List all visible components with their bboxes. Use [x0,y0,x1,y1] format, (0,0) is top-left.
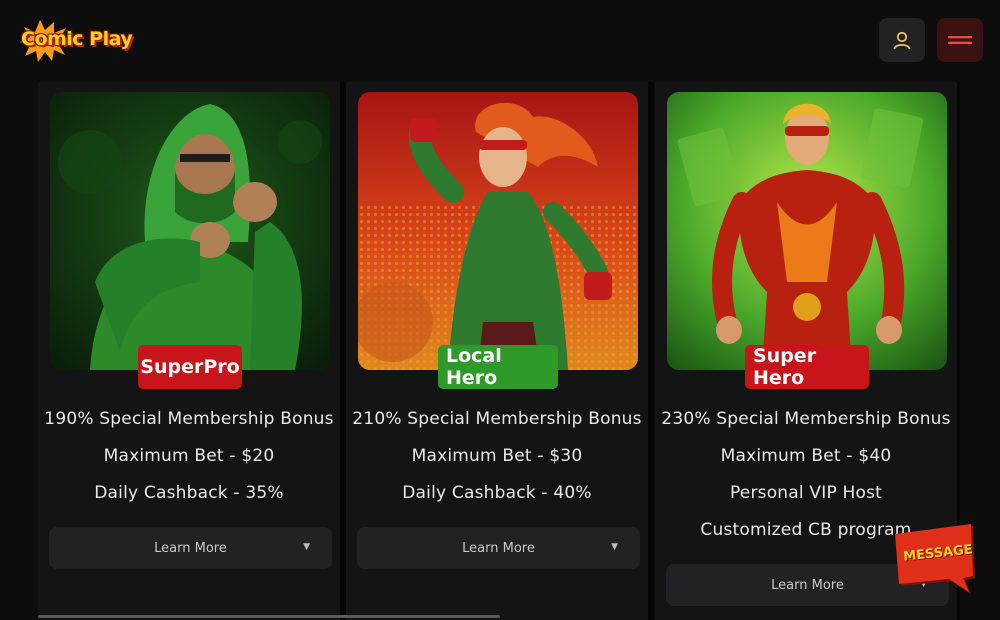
user-icon [893,31,911,50]
learn-more-button[interactable]: Learn More ▼ [49,527,332,569]
plan-feature: 190% Special Membership Bonus [44,409,334,429]
menu-button[interactable] [937,18,983,62]
plan-feature: Daily Cashback - 35% [94,483,284,503]
plan-feature: Maximum Bet - $30 [411,446,583,466]
plan-badge: Super Hero [745,345,869,389]
learn-more-label: Learn More [462,540,535,556]
logo-text: Comic Play [21,28,133,50]
user-account-button[interactable] [879,18,925,62]
plan-feature: Maximum Bet - $40 [720,446,892,466]
plan-feature: Maximum Bet - $20 [103,446,275,466]
plan-badge: SuperPro [138,345,242,389]
horizontal-scrollbar[interactable] [38,615,500,618]
message-chat-button[interactable]: MESSAGE [895,524,977,596]
membership-card-superpro: SuperPro 190% Special Membership Bonus M… [38,82,340,620]
plan-feature: Daily Cashback - 40% [402,483,592,503]
caret-down-icon: ▼ [303,542,310,552]
membership-cards: SuperPro 190% Special Membership Bonus M… [38,82,960,620]
plan-feature: 210% Special Membership Bonus [352,409,642,429]
plan-badge: Local Hero [438,345,558,389]
superpro-hero-illustration [50,92,330,370]
membership-card-local-hero: Local Hero 210% Special Membership Bonus… [346,82,648,620]
site-header: Comic Play [0,0,1000,82]
plan-feature: Personal VIP Host [729,483,883,503]
learn-more-label: Learn More [771,577,844,593]
learn-more-label: Learn More [154,540,227,556]
hamburger-menu-icon [948,36,972,44]
card-divider [648,82,654,620]
learn-more-button[interactable]: Learn More ▼ [357,527,640,569]
super-hero-illustration [667,92,947,370]
local-hero-illustration [358,92,638,370]
comic-play-logo[interactable]: Comic Play [18,18,138,64]
caret-down-icon: ▼ [611,542,618,552]
plan-feature: 230% Special Membership Bonus [661,409,951,429]
